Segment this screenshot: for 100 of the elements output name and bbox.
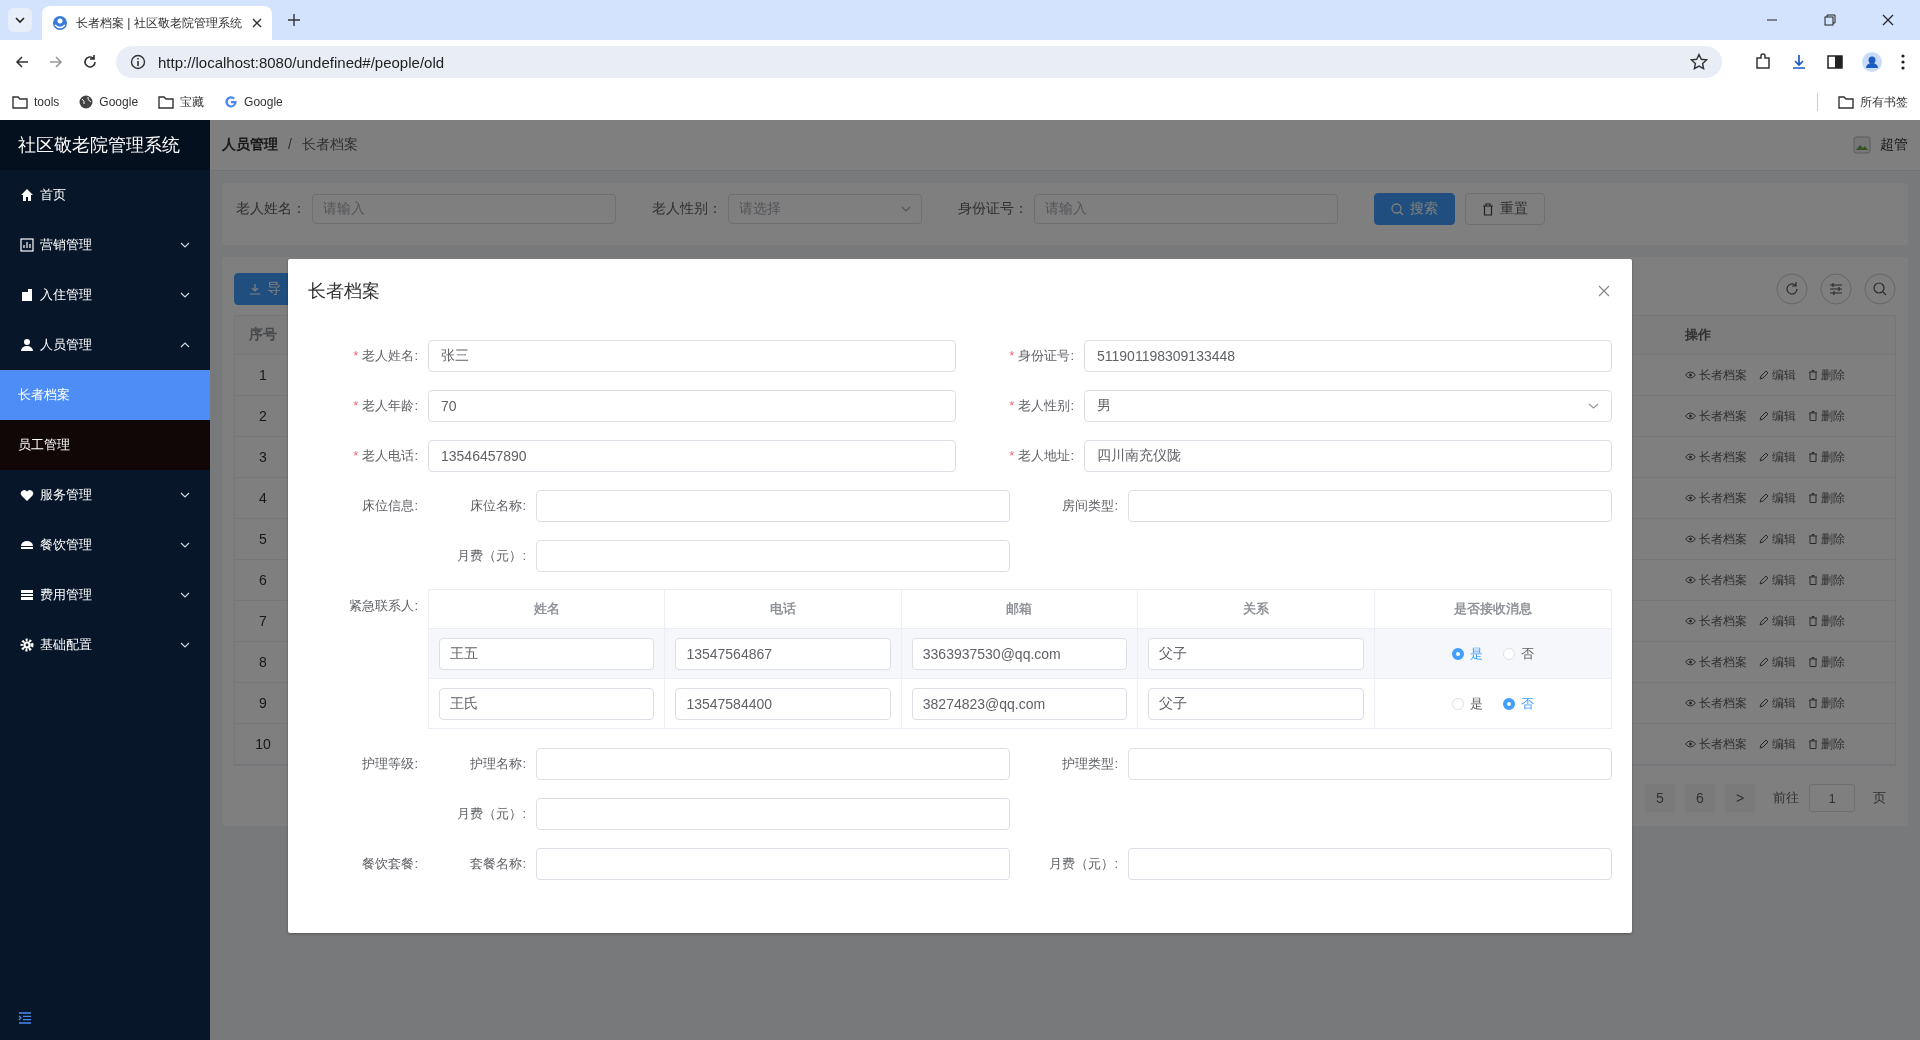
action-link[interactable]: 长者档案 xyxy=(1685,653,1747,671)
submenu-item[interactable]: 长者档案 xyxy=(0,370,210,420)
page-input[interactable]: 1 xyxy=(1809,784,1855,812)
close-icon[interactable] xyxy=(1882,14,1894,26)
action-link[interactable]: 长者档案 xyxy=(1685,448,1747,466)
action-link[interactable]: 长者档案 xyxy=(1685,694,1747,712)
action-link[interactable]: 删除 xyxy=(1808,612,1845,630)
input-field[interactable]: 父子 xyxy=(1148,637,1364,670)
submenu-item[interactable]: 员工管理 xyxy=(0,420,210,470)
input-field[interactable]: 王五 xyxy=(439,637,655,670)
action-link[interactable]: 删除 xyxy=(1808,489,1845,507)
input-field[interactable] xyxy=(1128,748,1612,780)
page-button[interactable]: 6 xyxy=(1685,784,1715,812)
input-field[interactable]: 王氏 xyxy=(439,687,655,720)
input-field[interactable] xyxy=(536,798,1010,830)
input-field[interactable] xyxy=(536,540,1010,572)
action-link[interactable]: 编辑 xyxy=(1759,653,1796,671)
bookmark[interactable]: Google xyxy=(79,95,139,109)
action-link[interactable]: 删除 xyxy=(1808,448,1845,466)
browser-tab[interactable]: 长者档案 | 社区敬老院管理系统 xyxy=(42,6,272,40)
input-field[interactable]: 511901198309133448 xyxy=(1084,340,1612,372)
action-link[interactable]: 编辑 xyxy=(1759,571,1796,589)
forward-icon[interactable] xyxy=(48,54,64,70)
address-bar[interactable]: http://localhost:8080/undefined#/people/old xyxy=(116,46,1722,78)
input-field[interactable]: 13547584400 xyxy=(675,687,891,720)
input-field[interactable] xyxy=(1128,490,1612,522)
action-link[interactable]: 长者档案 xyxy=(1685,407,1747,425)
action-link[interactable]: 长者档案 xyxy=(1685,735,1747,753)
menu-icon[interactable] xyxy=(1900,53,1906,71)
input-field[interactable]: 13547564867 xyxy=(675,637,891,670)
radio-option[interactable]: 是 xyxy=(1451,694,1483,713)
back-icon[interactable] xyxy=(14,54,30,70)
radio-option[interactable]: 否 xyxy=(1502,694,1534,713)
menu-item[interactable]: 服务管理 xyxy=(0,470,210,520)
radio-option[interactable]: 否 xyxy=(1502,644,1534,663)
sliders-icon[interactable] xyxy=(1820,273,1852,305)
action-link[interactable]: 编辑 xyxy=(1759,366,1796,384)
input-field[interactable]: 张三 xyxy=(428,340,956,372)
menu-item[interactable]: 基础配置 xyxy=(0,620,210,670)
menu-item[interactable]: 入住管理 xyxy=(0,270,210,320)
action-link[interactable]: 长者档案 xyxy=(1685,489,1747,507)
input-field[interactable]: 70 xyxy=(428,390,956,422)
input-field[interactable] xyxy=(536,490,1010,522)
action-link[interactable]: 编辑 xyxy=(1759,489,1796,507)
input-field[interactable]: 3363937530@qq.com xyxy=(911,637,1128,670)
info-icon[interactable] xyxy=(130,54,146,70)
group-label: 床位信息: xyxy=(361,497,419,515)
action-link[interactable]: 编辑 xyxy=(1759,735,1796,753)
new-tab-icon[interactable] xyxy=(288,14,300,26)
star-icon[interactable] xyxy=(1690,53,1708,71)
refresh-icon[interactable] xyxy=(1776,273,1808,305)
menu-item[interactable]: 首页 xyxy=(0,170,210,220)
bookmark[interactable]: 宝藏 xyxy=(158,93,205,111)
search-icon[interactable] xyxy=(1864,273,1896,305)
radio-option[interactable]: 是 xyxy=(1451,644,1483,663)
download-icon[interactable] xyxy=(1790,53,1808,71)
all-bookmarks-button[interactable]: 所有书签 xyxy=(1838,93,1908,111)
side-panel-icon[interactable] xyxy=(1826,53,1844,71)
action-link[interactable]: 编辑 xyxy=(1759,448,1796,466)
menu-item[interactable]: 营销管理 xyxy=(0,220,210,270)
action-link[interactable]: 删除 xyxy=(1808,694,1845,712)
input-field[interactable]: 13546457890 xyxy=(428,440,956,472)
input-field[interactable] xyxy=(536,848,1010,880)
input-field[interactable] xyxy=(1128,848,1612,880)
action-link[interactable]: 长者档案 xyxy=(1685,571,1747,589)
collapse-menu-icon[interactable] xyxy=(18,1012,32,1024)
page-button[interactable]: 5 xyxy=(1645,784,1675,812)
restore-icon[interactable] xyxy=(1824,14,1836,26)
reset-button[interactable]: 重置 xyxy=(1465,193,1545,225)
search-button[interactable]: 搜索 xyxy=(1374,193,1455,225)
action-link[interactable]: 删除 xyxy=(1808,407,1845,425)
action-link[interactable]: 删除 xyxy=(1808,735,1845,753)
menu-item[interactable]: 餐饮管理 xyxy=(0,520,210,570)
action-link[interactable]: 编辑 xyxy=(1759,407,1796,425)
bookmark[interactable]: Google xyxy=(224,95,283,109)
action-link[interactable]: 删除 xyxy=(1808,366,1845,384)
input-field[interactable] xyxy=(536,748,1010,780)
action-link[interactable]: 删除 xyxy=(1808,571,1845,589)
next-page-button[interactable]: > xyxy=(1725,784,1755,812)
action-link[interactable]: 编辑 xyxy=(1759,612,1796,630)
action-link[interactable]: 长者档案 xyxy=(1685,530,1747,548)
tab-list-button[interactable] xyxy=(8,8,32,32)
action-link[interactable]: 长者档案 xyxy=(1685,366,1747,384)
action-link[interactable]: 编辑 xyxy=(1759,530,1796,548)
action-link[interactable]: 编辑 xyxy=(1759,694,1796,712)
select-field[interactable]: 男 xyxy=(1084,390,1612,422)
input-field[interactable]: 四川南充仪陇 xyxy=(1084,440,1612,472)
profile-icon[interactable] xyxy=(1862,52,1882,72)
breadcrumb-item[interactable]: 人员管理 xyxy=(222,136,278,154)
input-field[interactable]: 父子 xyxy=(1148,687,1364,720)
close-icon[interactable] xyxy=(252,18,262,28)
user-name[interactable]: 超管 xyxy=(1880,136,1908,154)
reload-icon[interactable] xyxy=(82,54,98,70)
menu-item[interactable]: 人员管理 xyxy=(0,320,210,370)
action-link[interactable]: 删除 xyxy=(1808,530,1845,548)
input-field[interactable]: 38274823@qq.com xyxy=(911,687,1128,720)
action-link[interactable]: 长者档案 xyxy=(1685,612,1747,630)
bookmark[interactable]: tools xyxy=(12,95,60,109)
menu-item[interactable]: 费用管理 xyxy=(0,570,210,620)
action-link[interactable]: 删除 xyxy=(1808,653,1845,671)
